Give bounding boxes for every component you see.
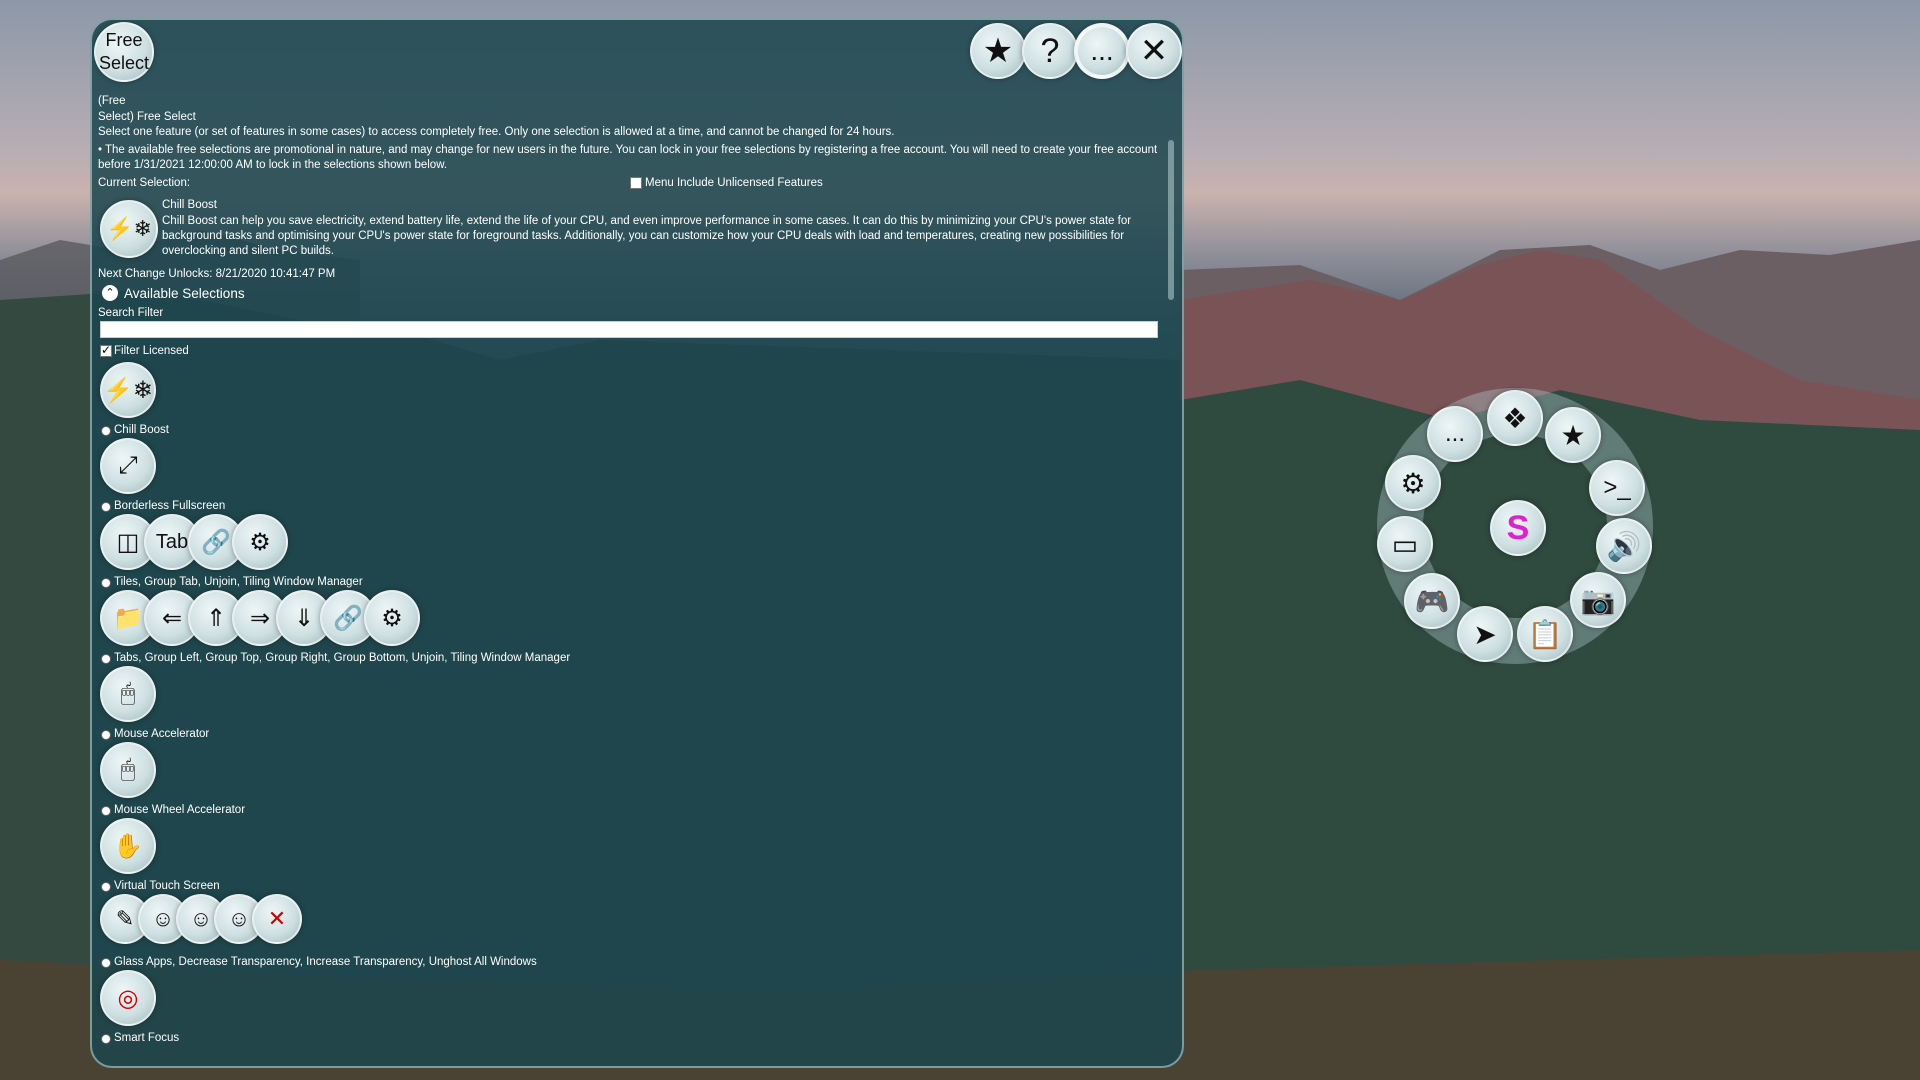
- feature-radio[interactable]: [101, 730, 111, 740]
- star-icon: ★: [1560, 419, 1586, 451]
- volume-icon: 🔊: [1606, 530, 1642, 562]
- feature-icons-chill-boost[interactable]: ⚡❄: [100, 362, 156, 418]
- send-icon: ➤: [1473, 618, 1497, 650]
- feature-radio[interactable]: [101, 806, 111, 816]
- available-selections-heading[interactable]: Available Selections: [124, 286, 245, 301]
- feature-icons-glass[interactable]: ✎ ☺ ☺ ☺ ✕: [100, 894, 302, 944]
- radial-volume-button[interactable]: 🔊: [1596, 518, 1652, 574]
- feature-label: Smart Focus: [114, 1032, 180, 1044]
- tiling-gear-icon: ⚙: [232, 514, 288, 570]
- feature-label: Mouse Accelerator: [114, 728, 210, 740]
- current-feature-desc: Chill Boost can help you save electricit…: [162, 215, 1132, 257]
- app-logo-center-button[interactable]: S: [1490, 500, 1546, 556]
- window-icon: ▭: [1391, 528, 1419, 560]
- feature-label: Tiles, Group Tab, Unjoin, Tiling Window …: [114, 576, 363, 588]
- current-feature-name: Chill Boost: [162, 199, 217, 211]
- feature-icons-mouse-accel[interactable]: 🖱: [100, 666, 156, 722]
- tiling-gear-icon: ⚙: [364, 590, 420, 646]
- radial-gamepad-button[interactable]: 🎮: [1404, 573, 1460, 629]
- current-selection-label: Current Selection:: [98, 177, 191, 189]
- target-icon: ◎: [100, 970, 156, 1026]
- feature-radio[interactable]: [101, 578, 111, 588]
- feature-radio[interactable]: [101, 654, 111, 664]
- feature-radio[interactable]: [101, 1034, 111, 1044]
- collapse-chevron-icon[interactable]: ⌃: [102, 285, 118, 301]
- mouse-icon: 🖱: [100, 666, 156, 722]
- terminal-icon: >_: [1603, 474, 1631, 501]
- camera-icon: 📷: [1580, 584, 1616, 616]
- feature-label: Glass Apps, Decrease Transparency, Incre…: [114, 956, 537, 968]
- feature-radio[interactable]: [101, 502, 111, 512]
- gamepad-icon: 🎮: [1414, 585, 1450, 617]
- feature-icons-tabs[interactable]: 📁 ⇐ ⇑ ⇒ ⇓ 🔗 ⚙: [100, 590, 420, 646]
- apps-icon: ❖: [1502, 402, 1528, 434]
- scrollbar[interactable]: [1168, 140, 1174, 300]
- gear-icon: ⚙: [1400, 467, 1426, 499]
- feature-radio[interactable]: [101, 958, 111, 968]
- star-icon: ★: [982, 32, 1014, 70]
- unghost-x-icon: ✕: [252, 894, 302, 944]
- clipboard-icon: 📋: [1527, 618, 1563, 650]
- ellipsis-icon: ...: [1090, 35, 1114, 66]
- question-icon: ?: [1040, 31, 1060, 70]
- mouse-wheel-icon: 🖱: [100, 742, 156, 798]
- radial-terminal-button[interactable]: >_: [1589, 460, 1645, 516]
- favorite-button[interactable]: ★: [970, 23, 1026, 79]
- search-filter-label: Search Filter: [98, 307, 164, 319]
- feature-icons-smart-focus[interactable]: ◎: [100, 970, 156, 1026]
- help-button[interactable]: ?: [1022, 23, 1078, 79]
- next-change-text: Next Change Unlocks: 8/21/2020 10:41:47 …: [98, 268, 336, 280]
- breadcrumb-line1: (Free: [98, 95, 126, 107]
- panel-title-line1: Free: [105, 30, 143, 50]
- more-button[interactable]: ...: [1074, 23, 1130, 79]
- radial-send-button[interactable]: ➤: [1457, 606, 1513, 662]
- feature-radio[interactable]: [101, 426, 111, 436]
- chill-boost-icon: ⚡❄: [100, 200, 158, 258]
- feature-label: Borderless Fullscreen: [114, 500, 226, 512]
- radial-settings-button[interactable]: ⚙: [1385, 455, 1441, 511]
- radial-favorites-button[interactable]: ★: [1545, 407, 1601, 463]
- radial-apps-button[interactable]: ❖: [1487, 390, 1543, 446]
- radial-screenshot-button[interactable]: 📷: [1570, 572, 1626, 628]
- filter-licensed-checkbox[interactable]: [100, 343, 112, 357]
- feature-icons-borderless[interactable]: ⤢: [100, 438, 156, 494]
- feature-icons-touch[interactable]: ✋: [100, 818, 156, 874]
- filter-licensed-label: Filter Licensed: [114, 345, 189, 357]
- feature-radio[interactable]: [101, 882, 111, 892]
- feature-label: Virtual Touch Screen: [114, 880, 220, 892]
- close-button[interactable]: ✕: [1126, 23, 1182, 79]
- hand-icon: ✋: [100, 818, 156, 874]
- radial-more-button[interactable]: ...: [1427, 406, 1483, 462]
- feature-icons-mouse-wheel[interactable]: 🖱: [100, 742, 156, 798]
- close-icon: ✕: [1139, 32, 1169, 70]
- expand-arrows-icon: ⤢: [100, 438, 156, 494]
- menu-include-checkbox[interactable]: [630, 177, 642, 189]
- feature-label: Mouse Wheel Accelerator: [114, 804, 246, 816]
- panel-title-line2: Select: [98, 53, 150, 73]
- feature-label: Chill Boost: [114, 424, 169, 436]
- chill-boost-icon: ⚡❄: [100, 362, 156, 418]
- menu-include-label: Menu Include Unlicensed Features: [645, 177, 823, 189]
- ellipsis-icon: ...: [1444, 420, 1465, 447]
- search-input[interactable]: [100, 321, 1158, 338]
- radial-clipboard-button[interactable]: 📋: [1517, 606, 1573, 662]
- free-select-panel: Free Select ★ ? ... ✕ (Free Select) Free…: [90, 18, 1184, 1068]
- breadcrumb-line2: Select) Free Select: [98, 111, 196, 123]
- feature-icons-tiles[interactable]: ◫ Tab 🔗 ⚙: [100, 514, 288, 570]
- panel-title-badge: Free Select: [94, 22, 154, 82]
- promo-note: • The available free selections are prom…: [98, 144, 1158, 171]
- radial-window-button[interactable]: ▭: [1377, 516, 1433, 572]
- feature-label: Tabs, Group Left, Group Top, Group Right…: [114, 652, 571, 664]
- intro-text: Select one feature (or set of features i…: [98, 126, 895, 138]
- logo-icon: S: [1506, 508, 1530, 547]
